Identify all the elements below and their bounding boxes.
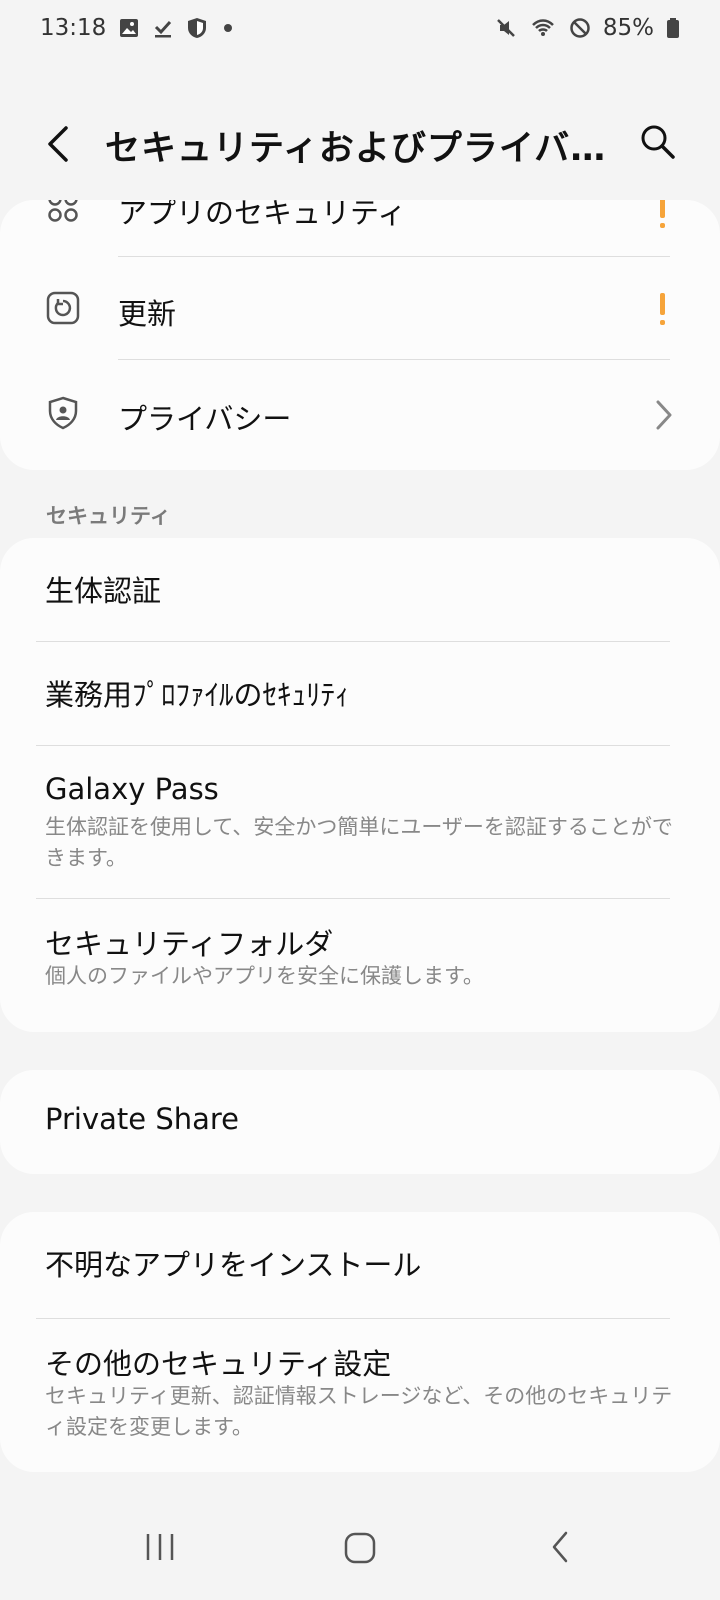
status-bar: 13:18 85% (0, 0, 720, 56)
list-item-biometrics[interactable]: 生体認証 (0, 538, 720, 641)
apps-grid-icon (48, 200, 78, 222)
recent-apps-icon[interactable] (130, 1518, 190, 1578)
top-settings-card: アプリのセキュリティ 更新 プライバシー (0, 200, 720, 470)
list-item-galaxy-pass[interactable]: Galaxy Pass 生体認証を使用して、安全かつ簡単にユーザーを認証すること… (0, 746, 720, 898)
list-item-install-unknown-apps[interactable]: 不明なアプリをインストール (0, 1212, 720, 1318)
do-not-disturb-icon (570, 18, 590, 38)
image-icon (120, 19, 139, 37)
security-card: 生体認証 業務用ﾌﾟﾛﾌｧｲﾙのｾｷｭﾘﾃｨ Galaxy Pass 生体認証を… (0, 538, 720, 1032)
list-item-private-share[interactable]: Private Share (0, 1070, 720, 1174)
status-bar-right: 85% (495, 15, 680, 41)
back-arrow-icon[interactable] (38, 122, 82, 166)
private-share-card: Private Share (0, 1070, 720, 1174)
list-item-work-profile-security[interactable]: 業務用ﾌﾟﾛﾌｧｲﾙのｾｷｭﾘﾃｨ (0, 642, 720, 745)
app-bar: セキュリティおよびプライバ… (0, 100, 720, 190)
list-item-app-security[interactable]: アプリのセキュリティ (0, 200, 720, 256)
list-item-subtitle: 生体認証を使用して、安全かつ簡単にユーザーを認証することができます。 (45, 815, 673, 870)
notification-dot (224, 24, 233, 32)
warning-icon (658, 200, 666, 230)
list-item-title: その他のセキュリティ設定 (45, 1347, 392, 1381)
list-item-secure-folder[interactable]: セキュリティフォルダ 個人のファイルやアプリを安全に保護します。 (0, 899, 720, 1032)
shield-icon (188, 18, 207, 38)
back-icon[interactable] (532, 1518, 592, 1578)
list-item-title: 生体認証 (45, 574, 162, 608)
section-header-security: セキュリティ (46, 504, 171, 528)
list-item-update[interactable]: 更新 (0, 257, 720, 359)
list-item-title: 業務用ﾌﾟﾛﾌｧｲﾙのｾｷｭﾘﾃｨ (45, 678, 350, 712)
list-item-title: Private Share (45, 1102, 240, 1136)
list-item-label: アプリのセキュリティ (118, 200, 407, 230)
mute-icon (496, 19, 515, 37)
list-item-subtitle: セキュリティ更新、認証情報ストレージなど、その他のセキュリティ設定を変更します。 (45, 1384, 673, 1439)
wifi-icon (531, 19, 554, 36)
list-item-title: セキュリティフォルダ (45, 927, 334, 961)
battery-icon (667, 18, 679, 38)
chevron-right-icon (656, 400, 672, 430)
page-title: セキュリティおよびプライバ… (105, 129, 607, 169)
list-item-label: 更新 (118, 297, 177, 331)
home-icon[interactable] (330, 1518, 390, 1578)
navigation-bar (0, 1500, 720, 1600)
status-time: 13:18 (40, 15, 107, 41)
update-icon (46, 291, 80, 325)
list-item-title: 不明なアプリをインストール (45, 1248, 422, 1282)
search-icon[interactable] (638, 122, 678, 162)
list-item-label: プライバシー (118, 402, 292, 436)
list-item-title: Galaxy Pass (45, 772, 219, 806)
battery-percent: 85% (602, 15, 654, 41)
privacy-shield-icon (48, 396, 78, 430)
list-item-other-security-settings[interactable]: その他のセキュリティ設定 セキュリティ更新、認証情報ストレージなど、その他のセキ… (0, 1319, 720, 1472)
warning-icon (658, 293, 666, 327)
download-done-icon (155, 20, 172, 38)
list-item-subtitle: 個人のファイルやアプリを安全に保護します。 (45, 964, 484, 988)
other-security-card: 不明なアプリをインストール その他のセキュリティ設定 セキュリティ更新、認証情報… (0, 1212, 720, 1472)
status-bar-left: 13:18 (40, 15, 233, 41)
list-item-privacy[interactable]: プライバシー (0, 360, 720, 470)
